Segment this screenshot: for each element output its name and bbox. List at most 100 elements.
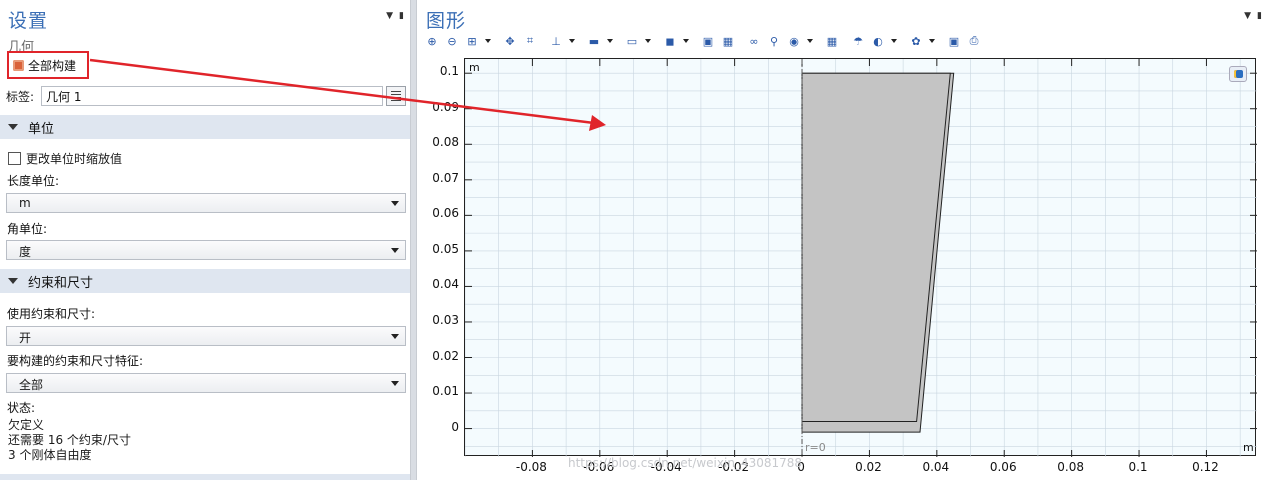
graphics-panel-controls: ▼ ▮: [1238, 11, 1262, 21]
dropdown-arrow-icon[interactable]: [929, 39, 935, 43]
units-section-header[interactable]: 单位: [0, 115, 410, 139]
graphics-title: 图形: [426, 10, 467, 32]
render-icon[interactable]: ◐: [871, 34, 885, 48]
view-cube-button[interactable]: [1229, 66, 1247, 82]
length-unit-select[interactable]: m: [6, 193, 406, 213]
graphics-panel: 图形 ▼ ▮ ⊕ ⊖ ⊞ ✥ ⌗ ⊥ ▬ ▭ ◼ ▣ ▦ ∞ ⚲ ◉ ▦ ☂ ◐ …: [416, 0, 1268, 480]
panel-menu-icon[interactable]: ▼: [386, 11, 393, 21]
lighting-icon[interactable]: ☂: [851, 34, 865, 48]
zoom-in-icon[interactable]: ⊕: [425, 34, 439, 48]
y-tick-label: 0: [451, 419, 459, 434]
scene-icon[interactable]: ✿: [909, 34, 923, 48]
settings-panel: 设置 ▼▮ 几何 全部构建 标签: 单位 更改单位时缩放值 长度单位: m 角单…: [0, 0, 411, 480]
build-all-icon: [13, 59, 24, 71]
constraints-section-header[interactable]: 约束和尺寸: [0, 269, 410, 293]
geometry-shape-inner: [801, 72, 951, 422]
dropdown-arrow-icon[interactable]: [607, 39, 613, 43]
pin-icon[interactable]: ▮: [399, 11, 404, 21]
y-unit-label: m: [469, 61, 480, 74]
build-features-label: 要构建的约束和尺寸特征:: [7, 354, 144, 368]
y-tick-label: 0.05: [432, 241, 459, 256]
plot-area[interactable]: r=0 m: [464, 58, 1257, 457]
tag-input[interactable]: [41, 86, 383, 106]
length-unit-label: 长度单位:: [7, 174, 60, 188]
zoom-selected-icon[interactable]: ⌗: [523, 34, 537, 48]
dropdown-arrow-icon: [391, 334, 399, 339]
build-all-button[interactable]: 全部构建: [7, 51, 89, 79]
y-tick-label: 0.04: [432, 277, 459, 292]
dropdown-arrow-icon[interactable]: [891, 39, 897, 43]
angle-unit-label: 角单位:: [7, 222, 48, 236]
x-unit-label: m: [1243, 441, 1254, 454]
dropdown-arrow-icon: [391, 201, 399, 206]
tag-list-button[interactable]: [386, 86, 406, 106]
angle-unit-select[interactable]: 度: [6, 240, 406, 260]
units-section-title: 单位: [28, 121, 55, 137]
settings-title: 设置: [8, 10, 49, 32]
x-tick-label: 0.12: [1192, 460, 1219, 474]
graphics-toolbar: ⊕ ⊖ ⊞ ✥ ⌗ ⊥ ▬ ▭ ◼ ▣ ▦ ∞ ⚲ ◉ ▦ ☂ ◐ ✿ ▣ ⎙: [425, 32, 987, 50]
grid-icon[interactable]: ▦: [825, 34, 839, 48]
status-label: 状态:: [7, 401, 36, 415]
hide-icon[interactable]: ∞: [747, 34, 761, 48]
build-features-value: 全部: [19, 378, 44, 392]
panel-menu-icon[interactable]: ▼: [1244, 11, 1251, 21]
watermark: https://blog.csdn.net/weixin_43081788: [568, 456, 803, 470]
dropdown-arrow-icon: [391, 381, 399, 386]
r-zero-label: r=0: [805, 441, 826, 454]
constraints-section-title: 约束和尺寸: [28, 275, 94, 291]
print-icon[interactable]: ⎙: [967, 34, 981, 48]
y-tick-label: 0.1: [439, 64, 459, 79]
collapse-triangle-icon: [8, 124, 18, 130]
select-domains-icon[interactable]: ▭: [625, 34, 639, 48]
axis-icon[interactable]: ⊥: [549, 34, 563, 48]
show-icon[interactable]: ⚲: [767, 34, 781, 48]
select-all-icon[interactable]: ▣: [701, 34, 715, 48]
status-line: 欠定义: [8, 418, 45, 432]
zoom-out-icon[interactable]: ⊖: [445, 34, 459, 48]
build-features-select[interactable]: 全部: [6, 373, 406, 393]
y-tick-label: 0.09: [432, 99, 459, 114]
pin-icon[interactable]: ▮: [1257, 11, 1262, 21]
x-tick-label: 0.04: [922, 460, 950, 474]
y-tick-label: 0.02: [432, 348, 459, 363]
use-constraints-label: 使用约束和尺寸:: [7, 307, 96, 321]
settings-panel-controls: ▼ ▮: [380, 11, 404, 21]
select-boundaries-icon[interactable]: ◼: [663, 34, 677, 48]
x-tick-label: 0.1: [1128, 460, 1148, 474]
use-constraints-select[interactable]: 开: [6, 326, 406, 346]
x-tick-label: 0.08: [1057, 460, 1084, 474]
snapshot-icon[interactable]: ▣: [947, 34, 961, 48]
dropdown-arrow-icon[interactable]: [645, 39, 651, 43]
dropdown-arrow-icon[interactable]: [569, 39, 575, 43]
dropdown-arrow-icon: [391, 248, 399, 253]
y-tick-label: 0.06: [432, 206, 459, 221]
scale-values-row: 更改单位时缩放值: [8, 150, 122, 167]
dropdown-arrow-icon[interactable]: [485, 39, 491, 43]
x-tick-label: -0.08: [515, 460, 547, 474]
status-line: 3 个刚体自由度: [8, 448, 92, 462]
dropdown-arrow-icon[interactable]: [807, 39, 813, 43]
y-tick-label: 0.07: [432, 170, 459, 185]
collapse-triangle-icon: [8, 278, 18, 284]
select-objects-icon[interactable]: ▬: [587, 34, 601, 48]
use-constraints-value: 开: [19, 331, 32, 345]
dropdown-arrow-icon[interactable]: [683, 39, 689, 43]
clear-selection-icon[interactable]: ▦: [721, 34, 735, 48]
tag-row: 标签:: [6, 86, 406, 106]
status-text: 欠定义 还需要 16 个约束/尺寸 3 个刚体自由度: [8, 418, 131, 463]
x-tick-label: 0.06: [989, 460, 1017, 474]
next-section-strip: [0, 474, 410, 480]
zoom-extents-icon[interactable]: ✥: [503, 34, 517, 48]
y-tick-label: 0.01: [432, 384, 459, 399]
zoom-box-icon[interactable]: ⊞: [465, 34, 479, 48]
scale-values-label: 更改单位时缩放值: [26, 152, 123, 166]
geometry-plot[interactable]: r=0 m: [464, 59, 1257, 457]
view-icon[interactable]: ◉: [787, 34, 801, 48]
x-tick-label: 0.02: [855, 460, 882, 474]
angle-unit-value: 度: [19, 245, 32, 259]
length-unit-value: m: [19, 196, 31, 210]
scale-values-checkbox[interactable]: [8, 152, 21, 165]
status-line: 还需要 16 个约束/尺寸: [8, 433, 131, 447]
build-all-label: 全部构建: [28, 58, 77, 73]
